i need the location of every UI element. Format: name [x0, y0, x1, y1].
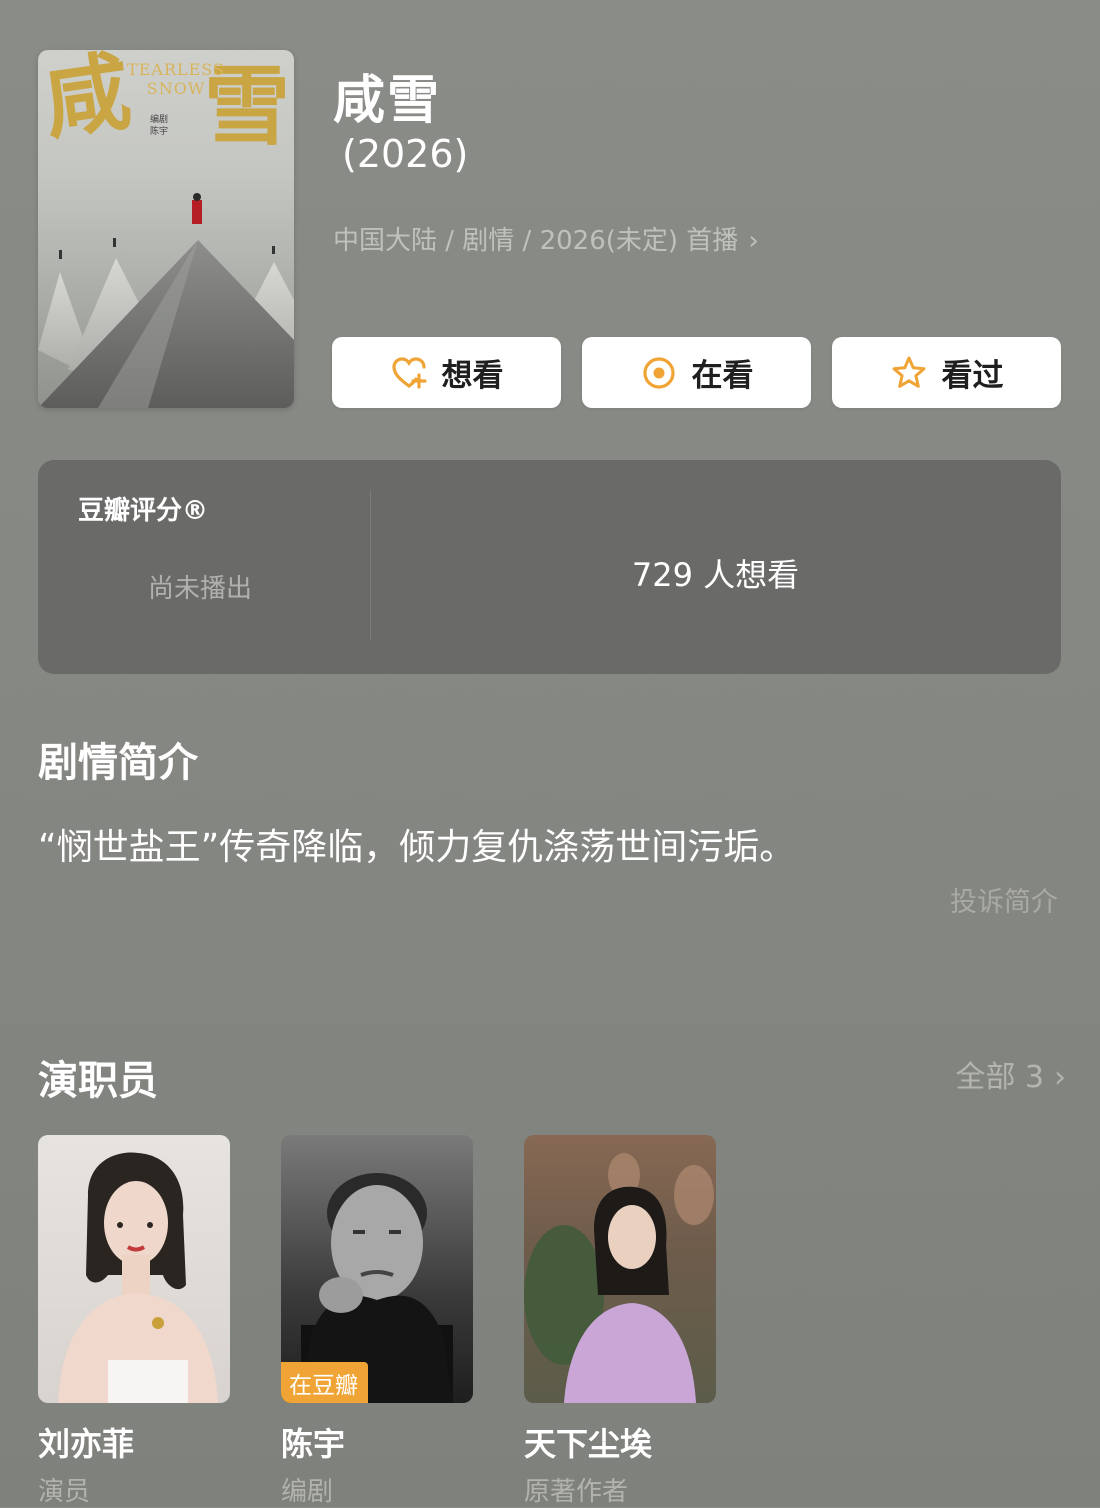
want-count: 729 人想看: [631, 556, 800, 594]
want-to-watch-label: 想看: [441, 358, 504, 394]
on-douban-badge: 在豆瓣: [281, 1362, 368, 1403]
watched-label: 看过: [941, 358, 1004, 394]
release-year: (2026): [342, 132, 469, 176]
chevron-right-icon: ›: [1054, 1060, 1066, 1095]
cast-name: 刘亦菲: [38, 1425, 135, 1463]
watching-button[interactable]: 在看: [582, 337, 811, 408]
chevron-right-icon: ›: [748, 226, 759, 256]
avatar: [524, 1135, 716, 1403]
cast-card[interactable]: 刘亦菲 演员: [38, 1135, 230, 1507]
cast-card[interactable]: 天下尘埃 原著作者: [524, 1135, 716, 1507]
meta-info-link[interactable]: 中国大陆 / 剧情 / 2026(未定) 首播 ›: [333, 220, 759, 257]
plot-section-title: 剧情简介: [38, 740, 198, 786]
rating-panel[interactable]: 豆瓣评分® 尚未播出 729 人想看: [38, 460, 1061, 674]
cast-name: 天下尘埃: [524, 1425, 653, 1463]
cast-name: 陈宇: [281, 1425, 346, 1463]
cast-role: 演员: [38, 1477, 91, 1507]
cast-card[interactable]: 在豆瓣 陈宇 编剧: [281, 1135, 473, 1507]
watching-label: 在看: [691, 358, 754, 394]
poster-english-title: TEARLESS SNOW: [127, 60, 225, 98]
cast-role: 原著作者: [524, 1477, 629, 1507]
want-to-watch-button[interactable]: 想看: [332, 337, 561, 408]
page-title: 咸雪: [333, 71, 442, 131]
cast-all-link[interactable]: 全部 3 ›: [955, 1052, 1066, 1096]
star-icon: [890, 354, 928, 392]
poster-image[interactable]: 咸 雪 TEARLESS SNOW 编剧 陈宇: [38, 50, 294, 408]
avatar: 在豆瓣: [281, 1135, 473, 1403]
cast-all-label: 全部 3: [955, 1060, 1044, 1095]
meta-info-text: 中国大陆 / 剧情 / 2026(未定) 首播: [333, 226, 739, 256]
rating-status: 尚未播出: [148, 574, 253, 604]
watched-button[interactable]: 看过: [832, 337, 1061, 408]
poster-credit: 编剧 陈宇: [150, 115, 169, 137]
cast-role: 编剧: [281, 1477, 334, 1507]
heart-plus-icon: [390, 354, 428, 392]
avatar: [38, 1135, 230, 1403]
plot-summary: “悯世盐王”传奇降临，倾力复仇涤荡世间污垢。: [38, 827, 796, 868]
report-summary-link[interactable]: 投诉简介: [950, 880, 1058, 919]
douban-rating-label: 豆瓣评分®: [78, 496, 209, 526]
target-icon: [640, 354, 678, 392]
cast-section-title: 演职员: [38, 1058, 158, 1104]
